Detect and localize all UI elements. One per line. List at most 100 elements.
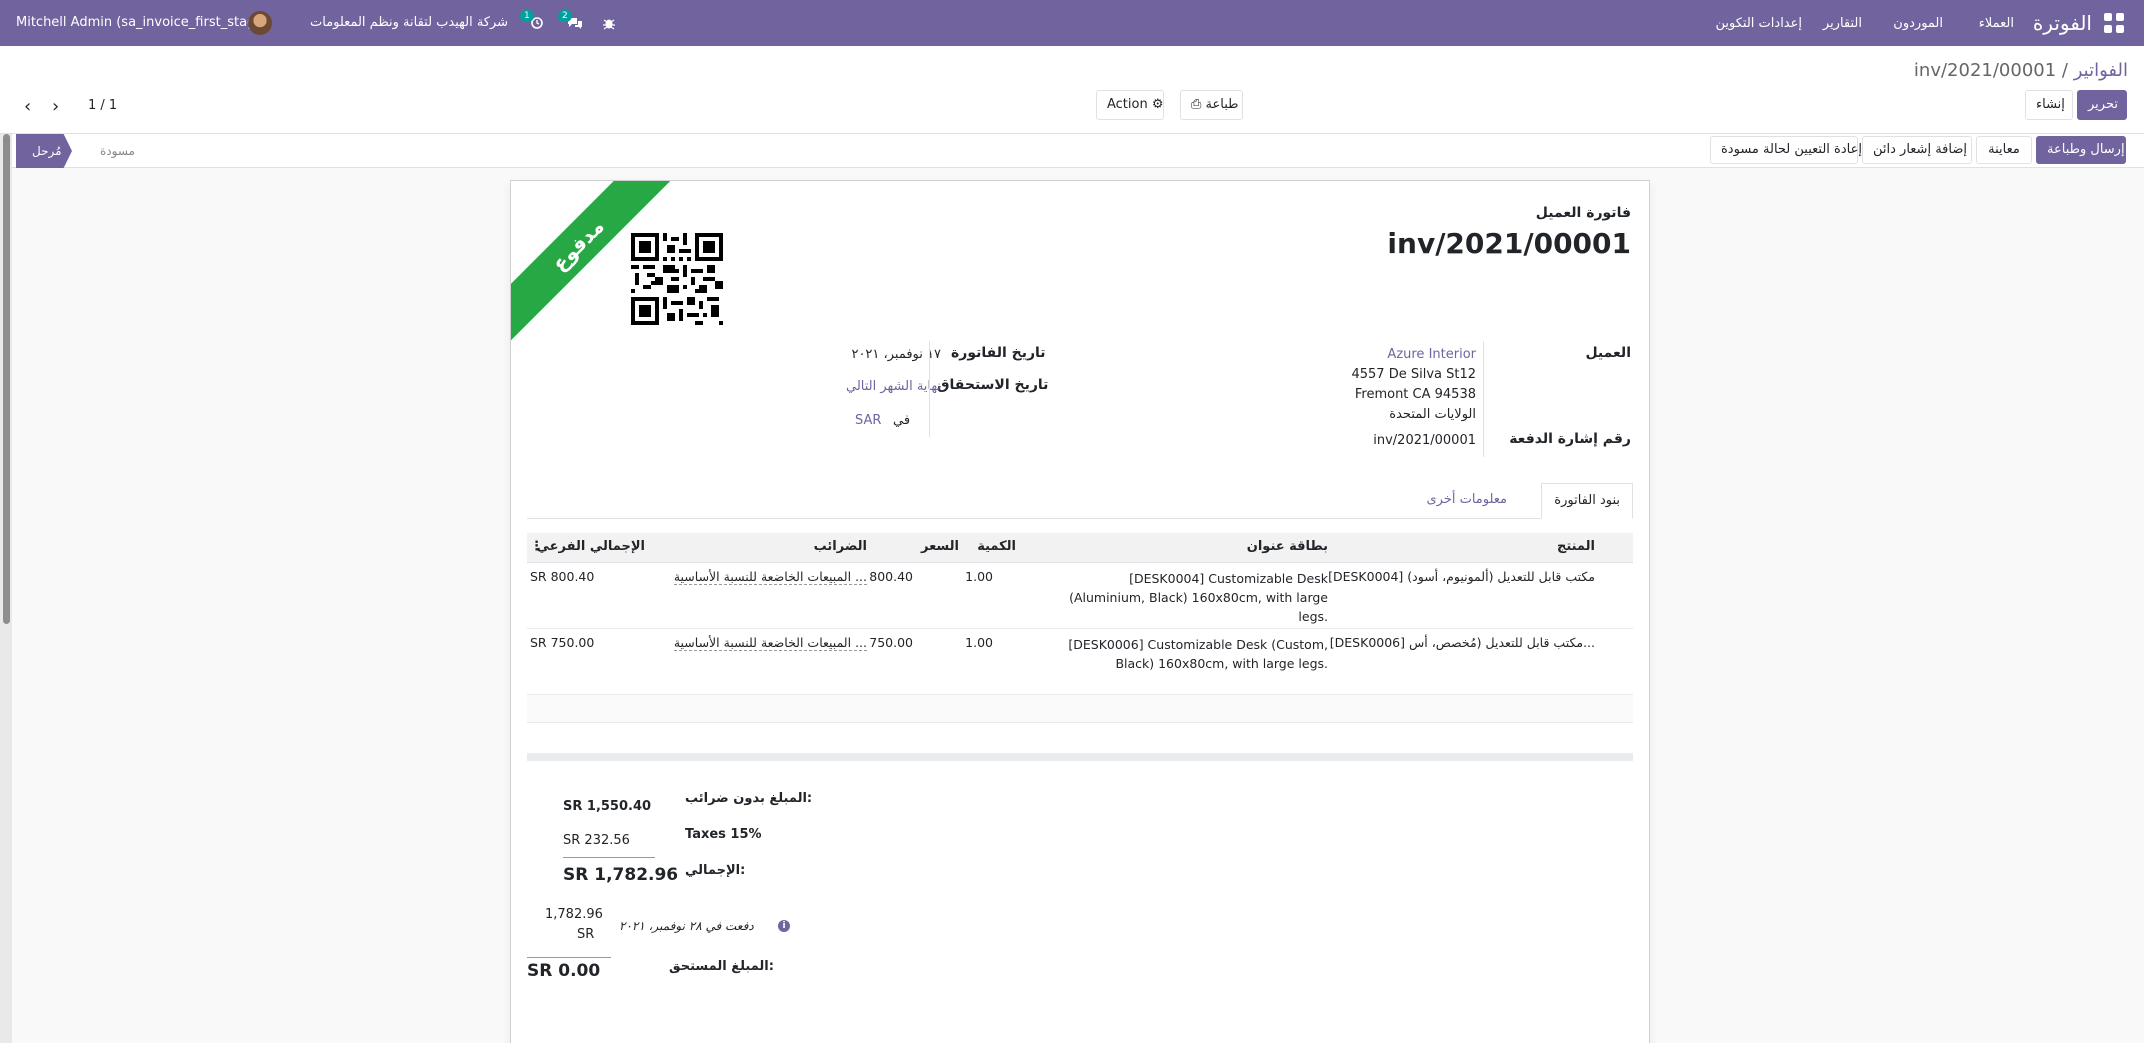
totals-divider: [563, 857, 655, 858]
due-date-label: تاريخ الاستحقاق: [937, 377, 1049, 393]
preview-button[interactable]: معاينة: [1976, 136, 2032, 164]
product-cell: [DESK0006] مكتب قابل للتعديل (مُخصص، أس.…: [1329, 635, 1595, 650]
menu-configuration[interactable]: إعدادات التكوين: [1716, 16, 1802, 31]
subtotal-cell: SR 750.00: [530, 635, 595, 650]
customer-address-line-1: 4557 De Silva St12: [1351, 367, 1476, 382]
payment-info-icon[interactable]: i: [778, 920, 790, 932]
action-button[interactable]: Action ⚙: [1096, 90, 1164, 120]
total-label: الإجمالي:: [685, 863, 746, 878]
menu-reports[interactable]: التقارير: [1823, 16, 1862, 31]
gear-icon: ⚙: [1151, 97, 1164, 112]
user-menu[interactable]: Mitchell Admin (sa_invoice_first_stage): [16, 15, 268, 30]
empty-row: [527, 695, 1633, 723]
pager-next-icon[interactable]: ›: [52, 96, 59, 117]
untaxed-amount-label: المبلغ بدون ضرائب:: [685, 791, 813, 806]
status-bar: إرسال وطباعة معاينة إضافة إشعار دائن إعا…: [0, 134, 2144, 168]
customer-label: العميل: [1585, 345, 1631, 361]
notebook-tabs: بنود الفاتورة معلومات أخرى: [527, 483, 1633, 519]
column-price[interactable]: السعر: [921, 539, 959, 554]
messages-badge: 2: [558, 10, 572, 22]
column-label[interactable]: بطاقة عنوان: [1247, 539, 1328, 554]
column-product[interactable]: المنتج: [1557, 539, 1595, 554]
print-icon: ⎙: [1191, 97, 1202, 112]
field-divider: [1483, 341, 1484, 457]
untaxed-amount-value: SR 1,550.40: [563, 799, 652, 814]
customer-link[interactable]: Azure Interior: [1387, 347, 1476, 362]
paid-on-text: دفعت في ٢٨ نوفمبر، ٢٠٢١: [619, 919, 754, 933]
top-navbar: الفوترة العملاء الموردون التقارير إعدادا…: [0, 0, 2144, 46]
messages-icon[interactable]: 2: [558, 10, 584, 32]
edit-button[interactable]: تحرير: [2077, 90, 2127, 120]
invoice-date-value: ١٧ نوفمبر، ٢٠٢١: [851, 347, 941, 362]
payment-reference-value: inv/2021/00001: [1373, 433, 1476, 448]
pager-previous-icon[interactable]: ‹: [24, 96, 31, 117]
customer-address-line-2: Fremont CA 94538: [1354, 387, 1476, 402]
label-cell: [DESK0004] Customizable Desk (Aluminium,…: [1069, 571, 1328, 624]
tax-value: SR 232.56: [563, 833, 630, 848]
stage-draft: مسودة: [100, 144, 135, 158]
totals-divider: [527, 957, 611, 958]
tax-tag: المبيعات الخاضعة للنسبة الأساسية ...: [673, 635, 867, 651]
product-cell: [DESK0004] مكتب قابل للتعديل (ألمونيوم، …: [1328, 569, 1595, 584]
breadcrumb: inv/2021/00001 / الفواتير: [1914, 60, 2128, 81]
breadcrumb-separator: /: [2061, 60, 2068, 81]
company-switcher[interactable]: شركة الهيدب لتقانة ونظم المعلومات: [310, 15, 508, 30]
scrollbar-thumb[interactable]: [3, 134, 10, 624]
quantity-cell: 1.00: [965, 635, 993, 650]
create-button[interactable]: إنشاء: [2025, 90, 2073, 120]
app-title[interactable]: الفوترة: [2033, 11, 2092, 35]
tax-tag: المبيعات الخاضعة للنسبة الأساسية ...: [673, 569, 867, 585]
reset-to-draft-button[interactable]: إعادة التعيين لحالة مسودة: [1710, 136, 1862, 164]
control-panel: inv/2021/00001 / الفواتير تحرير إنشاء ⎙ …: [0, 46, 2144, 134]
table-footer-divider: [527, 753, 1633, 761]
quantity-cell: 1.00: [965, 569, 993, 584]
breadcrumb-current: inv/2021/00001: [1913, 60, 2057, 81]
document-type: فاتورة العميل: [1535, 205, 1631, 221]
customer-address-line-3: الولايات المتحدة: [1389, 407, 1476, 422]
avatar[interactable]: [248, 11, 272, 35]
amount-due-value: SR 0.00: [527, 961, 601, 981]
invoice-number: inv/2021/00001: [1387, 227, 1631, 260]
price-cell: 750.00: [869, 635, 913, 650]
pager-value[interactable]: 1 / 1: [88, 98, 117, 113]
column-options-icon[interactable]: ⋮: [530, 539, 543, 554]
breadcrumb-invoices-link[interactable]: الفواتير: [2074, 60, 2128, 81]
subtotal-cell: SR 800.40: [530, 569, 595, 584]
tab-other-info[interactable]: معلومات أخرى: [1414, 483, 1519, 519]
amount-due-label: المبلغ المستحق:: [669, 959, 774, 974]
activity-badge: 1: [520, 10, 534, 22]
activity-icon[interactable]: 1: [520, 10, 546, 32]
payment-reference-label: رقم إشارة الدفعة: [1509, 431, 1631, 447]
currency-value[interactable]: SAR: [855, 413, 881, 428]
table-row[interactable]: [DESK0004] مكتب قابل للتعديل (ألمونيوم، …: [527, 563, 1633, 629]
column-quantity[interactable]: الكمية: [977, 539, 1016, 554]
stage-posted: مُرحل: [16, 134, 72, 168]
field-divider: [929, 341, 930, 437]
action-button-label: Action: [1107, 97, 1148, 112]
price-cell: 800.40: [869, 569, 913, 584]
label-cell: [DESK0006] Customizable Desk (Custom, Bl…: [1068, 637, 1328, 671]
print-button-label: طباعة: [1205, 97, 1239, 112]
debug-icon[interactable]: [600, 14, 618, 32]
qr-code-image: [631, 233, 723, 325]
vertical-scrollbar[interactable]: [0, 134, 12, 1043]
column-subtotal[interactable]: الإجمالي الفرعي: [537, 539, 645, 554]
apps-menu-icon[interactable]: [2104, 13, 2124, 33]
menu-customers[interactable]: العملاء: [1979, 16, 2014, 31]
invoice-sheet: مدفوع فاتورة العميل inv/2021/00001 العمي…: [510, 180, 1650, 1043]
paid-amount: 1,782.96: [545, 907, 603, 922]
total-value: SR 1,782.96: [563, 865, 679, 885]
invoice-date-label: تاريخ الفاتورة: [951, 345, 1046, 361]
currency-in-label: في: [893, 413, 911, 428]
column-taxes[interactable]: الضرائب: [814, 539, 867, 554]
invoice-lines-table: المنتج بطاقة عنوان الكمية السعر الضرائب …: [527, 533, 1633, 723]
payment-terms-value[interactable]: نهاية الشهر التالي: [823, 379, 941, 394]
paid-amount-currency: SR: [577, 927, 595, 942]
send-print-button[interactable]: إرسال وطباعة: [2036, 136, 2126, 164]
menu-vendors[interactable]: الموردون: [1893, 16, 1943, 31]
tab-invoice-lines[interactable]: بنود الفاتورة: [1541, 483, 1633, 519]
add-credit-note-button[interactable]: إضافة إشعار دائن: [1862, 136, 1972, 164]
table-header: المنتج بطاقة عنوان الكمية السعر الضرائب …: [527, 533, 1633, 563]
print-button[interactable]: ⎙ طباعة: [1180, 90, 1243, 120]
table-row[interactable]: [DESK0006] مكتب قابل للتعديل (مُخصص، أس.…: [527, 629, 1633, 695]
